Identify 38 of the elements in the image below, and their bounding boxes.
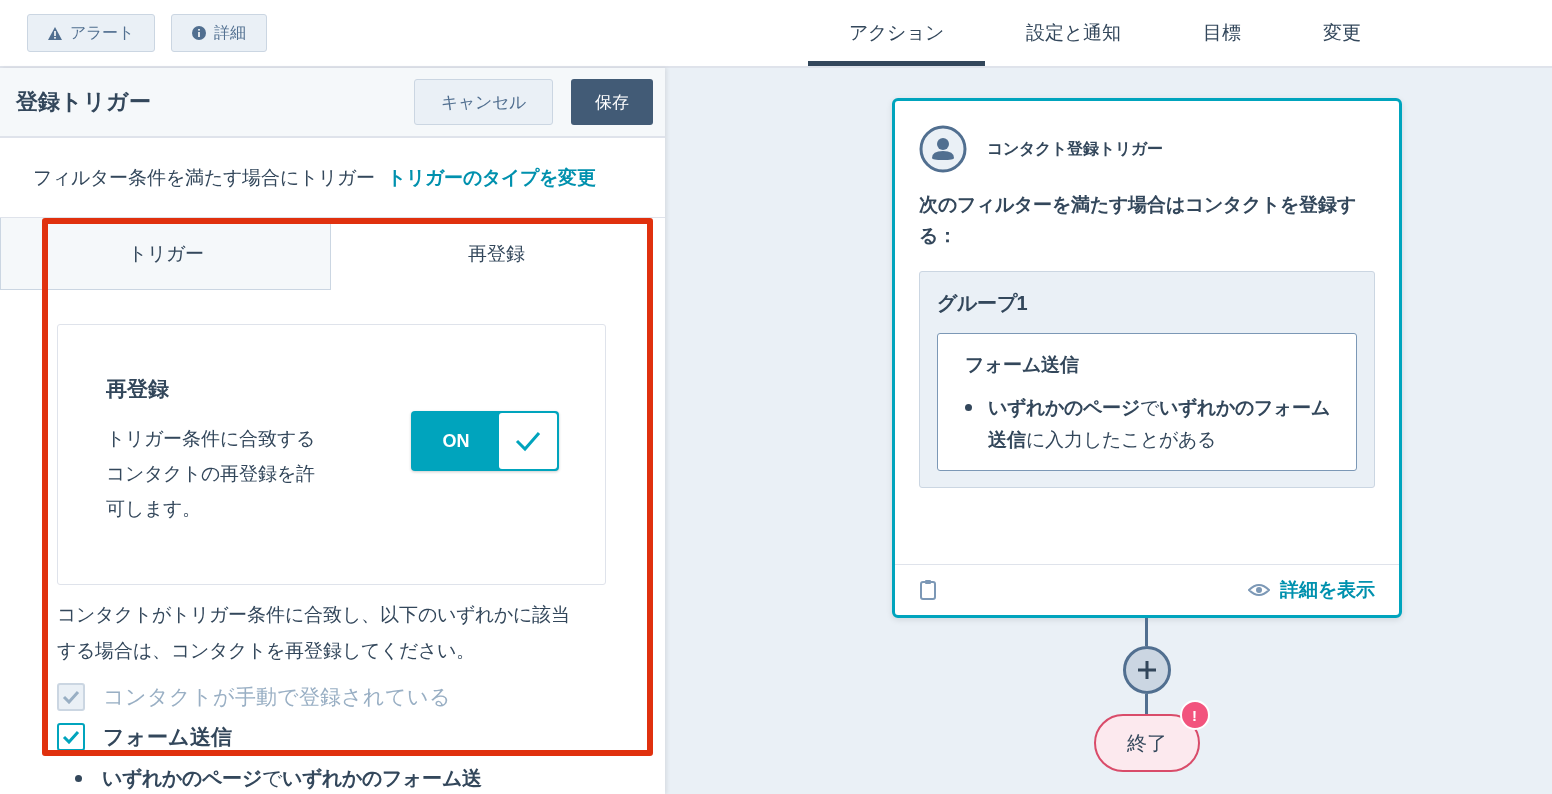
bullet-dot xyxy=(75,775,82,782)
toolbar-button[interactable]: 詳細 xyxy=(171,14,267,52)
add-step-button[interactable] xyxy=(1122,646,1171,694)
warning-icon xyxy=(48,26,62,40)
checkbox-label: フォーム送信 xyxy=(103,724,232,750)
reenroll-title: 再登録 xyxy=(106,376,170,402)
checkbox[interactable] xyxy=(57,723,85,751)
clipboard-icon[interactable] xyxy=(918,579,937,601)
panel-tab[interactable]: トリガー xyxy=(0,218,331,290)
checkbox-label: コンタクトが手動で登録されている xyxy=(103,684,451,710)
condition-text: いずれかのページでいずれかのフォーム送 xyxy=(102,766,482,792)
panel-title: 登録トリガー xyxy=(16,88,151,116)
group-title: グループ1 xyxy=(936,291,1029,316)
trigger-description: フィルター条件を満たす場合にトリガー xyxy=(33,165,375,190)
checkmark-icon xyxy=(62,730,80,744)
card-title: コンタクト登録トリガー xyxy=(986,138,1163,159)
contact-icon xyxy=(918,125,967,173)
trigger-card[interactable]: コンタクト登録トリガー 次のフィルターを満たす場合はコンタクトを登録する： グループ1 フォーム送信 いずれかのページでいずれかのフォーム送信に入力したことがある 詳細を表示 xyxy=(891,98,1402,618)
eye-icon xyxy=(1247,583,1270,597)
nav-tab[interactable]: 設定と通知 xyxy=(985,0,1162,66)
card-description: 次のフィルターを満たす場合はコンタクトを登録する： xyxy=(918,193,1357,248)
toolbar-button[interactable]: アラート xyxy=(27,14,155,52)
nav-tab[interactable]: 目標 xyxy=(1162,0,1282,66)
filter-condition: いずれかのページでいずれかのフォーム送信に入力したことがある xyxy=(987,396,1331,452)
cancel-button[interactable]: キャンセル xyxy=(414,79,553,125)
reenroll-instructions: コンタクトがトリガー条件に合致し、以下のいずれかに該当する場合は、コンタクトを再登録してください。 xyxy=(57,603,571,663)
save-button[interactable]: 保存 xyxy=(571,79,653,125)
checkmark-icon xyxy=(514,430,542,452)
plus-icon xyxy=(1135,659,1158,681)
reenroll-description: トリガー条件に合致するコンタクトの再登録を許可します。 xyxy=(106,427,316,521)
filter-title: フォーム送信 xyxy=(964,353,1080,377)
checkmark-icon xyxy=(62,690,80,704)
nav-tab[interactable]: 変更 xyxy=(1282,0,1402,66)
bullet-dot xyxy=(964,404,972,411)
info-icon xyxy=(192,26,206,40)
error-badge: ! xyxy=(1179,700,1210,730)
details-link[interactable]: 詳細を表示 xyxy=(1247,577,1375,603)
change-type-link[interactable]: トリガーのタイプを変更 xyxy=(387,164,596,191)
